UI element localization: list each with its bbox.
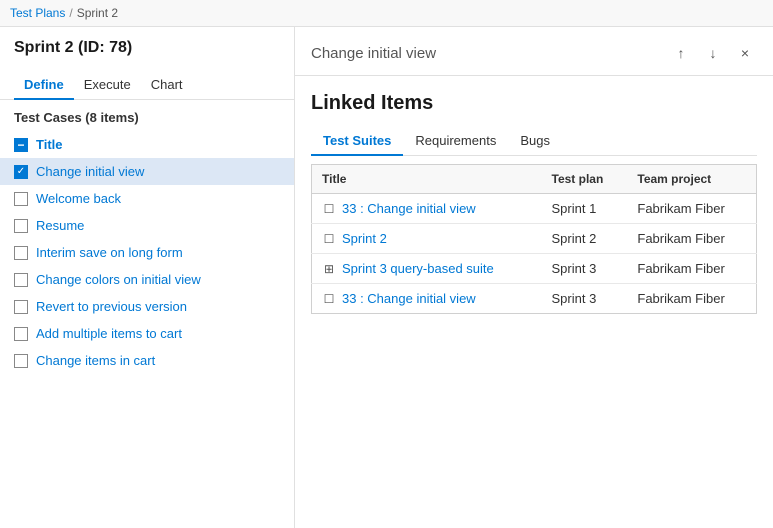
checkbox-welcome-back [14, 192, 28, 206]
table-body: 33 : Change initial view Sprint 1 Fabrik… [312, 194, 757, 314]
test-item-resume-label: Resume [36, 218, 84, 233]
row-2-team-project: Fabrikam Fiber [627, 224, 756, 254]
test-item-add-multiple-label: Add multiple items to cart [36, 326, 182, 341]
test-item-change-colors-label: Change colors on initial view [36, 272, 201, 287]
suite-icon-static [322, 202, 336, 216]
col-title: Title [312, 165, 542, 194]
breadcrumb: Test Plans / Sprint 2 [0, 0, 773, 27]
test-item-change-initial-view[interactable]: ✓ Change initial view [0, 158, 294, 185]
checkbox-interim-save [14, 246, 28, 260]
test-item-revert-label: Revert to previous version [36, 299, 187, 314]
row-4-title: 33 : Change initial view [342, 291, 476, 306]
tab-execute[interactable]: Execute [74, 71, 141, 100]
right-panel-header: Change initial view ↑ ↓ × [295, 27, 773, 76]
row-1-title-cell[interactable]: 33 : Change initial view [322, 201, 532, 216]
test-item-change-items-label: Change items in cart [36, 353, 155, 368]
test-item-title[interactable]: − Title [0, 131, 294, 158]
col-team-project: Team project [627, 165, 756, 194]
row-4-team-project: Fabrikam Fiber [627, 284, 756, 314]
test-item-change-items[interactable]: Change items in cart [0, 347, 294, 374]
navigate-up-button[interactable]: ↑ [669, 41, 693, 65]
linked-table-container: Title Test plan Team project 33 : Change… [311, 164, 757, 528]
linked-items-title: Linked Items [311, 92, 757, 115]
detail-tab-bugs[interactable]: Bugs [508, 127, 562, 156]
test-list: − Title ✓ Change initial view Welcome ba… [0, 131, 294, 528]
test-item-title-label: Title [36, 137, 63, 152]
checkbox-change-colors [14, 273, 28, 287]
tab-define[interactable]: Define [14, 71, 74, 100]
test-item-revert[interactable]: Revert to previous version [0, 293, 294, 320]
close-button[interactable]: × [733, 41, 757, 65]
left-panel: Sprint 2 (ID: 78) Define Execute Chart T… [0, 27, 295, 528]
table-row: Sprint 3 query-based suite Sprint 3 Fabr… [312, 254, 757, 284]
checkbox-revert [14, 300, 28, 314]
right-panel: Change initial view ↑ ↓ × Linked Items T… [295, 27, 773, 528]
checkbox-change-initial-view: ✓ [14, 165, 28, 179]
row-2-title-cell[interactable]: Sprint 2 [322, 231, 532, 246]
checkbox-resume [14, 219, 28, 233]
col-test-plan: Test plan [542, 165, 628, 194]
table-row: 33 : Change initial view Sprint 3 Fabrik… [312, 284, 757, 314]
row-1-team-project: Fabrikam Fiber [627, 194, 756, 224]
suite-icon-static [322, 232, 336, 246]
row-3-title-cell[interactable]: Sprint 3 query-based suite [322, 261, 532, 276]
row-3-title: Sprint 3 query-based suite [342, 261, 494, 276]
test-item-interim-save-label: Interim save on long form [36, 245, 183, 260]
row-4-title-cell[interactable]: 33 : Change initial view [322, 291, 532, 306]
test-item-change-colors[interactable]: Change colors on initial view [0, 266, 294, 293]
row-4-test-plan: Sprint 3 [542, 284, 628, 314]
detail-tab-requirements[interactable]: Requirements [403, 127, 508, 156]
left-header: Sprint 2 (ID: 78) [0, 27, 294, 71]
checkbox-title: − [14, 138, 28, 152]
right-content: Linked Items Test Suites Requirements Bu… [295, 76, 773, 528]
checkbox-add-multiple [14, 327, 28, 341]
row-3-test-plan: Sprint 3 [542, 254, 628, 284]
tab-chart[interactable]: Chart [141, 71, 193, 100]
checkbox-change-items [14, 354, 28, 368]
test-item-add-multiple[interactable]: Add multiple items to cart [0, 320, 294, 347]
suite-icon-static [322, 292, 336, 306]
test-item-resume[interactable]: Resume [0, 212, 294, 239]
main-layout: Sprint 2 (ID: 78) Define Execute Chart T… [0, 27, 773, 528]
left-tabs: Define Execute Chart [0, 71, 294, 100]
row-2-title: Sprint 2 [342, 231, 387, 246]
test-item-welcome-back[interactable]: Welcome back [0, 185, 294, 212]
test-cases-header: Test Cases (8 items) [0, 100, 294, 131]
row-1-test-plan: Sprint 1 [542, 194, 628, 224]
table-header: Title Test plan Team project [312, 165, 757, 194]
test-item-welcome-back-label: Welcome back [36, 191, 121, 206]
row-3-team-project: Fabrikam Fiber [627, 254, 756, 284]
row-1-title: 33 : Change initial view [342, 201, 476, 216]
detail-tabs: Test Suites Requirements Bugs [311, 127, 757, 156]
right-panel-title: Change initial view [311, 45, 436, 62]
navigate-down-button[interactable]: ↓ [701, 41, 725, 65]
detail-tab-test-suites[interactable]: Test Suites [311, 127, 403, 156]
linked-items-table: Title Test plan Team project 33 : Change… [311, 164, 757, 314]
suite-icon-query [322, 262, 336, 276]
breadcrumb-separator: / [69, 6, 72, 20]
table-row: Sprint 2 Sprint 2 Fabrikam Fiber [312, 224, 757, 254]
table-row: 33 : Change initial view Sprint 1 Fabrik… [312, 194, 757, 224]
breadcrumb-current: Sprint 2 [77, 6, 118, 20]
sprint-title: Sprint 2 (ID: 78) [14, 39, 280, 57]
breadcrumb-test-plans[interactable]: Test Plans [10, 6, 65, 20]
test-item-change-initial-view-label: Change initial view [36, 164, 144, 179]
right-panel-actions: ↑ ↓ × [669, 41, 757, 65]
row-2-test-plan: Sprint 2 [542, 224, 628, 254]
test-item-interim-save[interactable]: Interim save on long form [0, 239, 294, 266]
